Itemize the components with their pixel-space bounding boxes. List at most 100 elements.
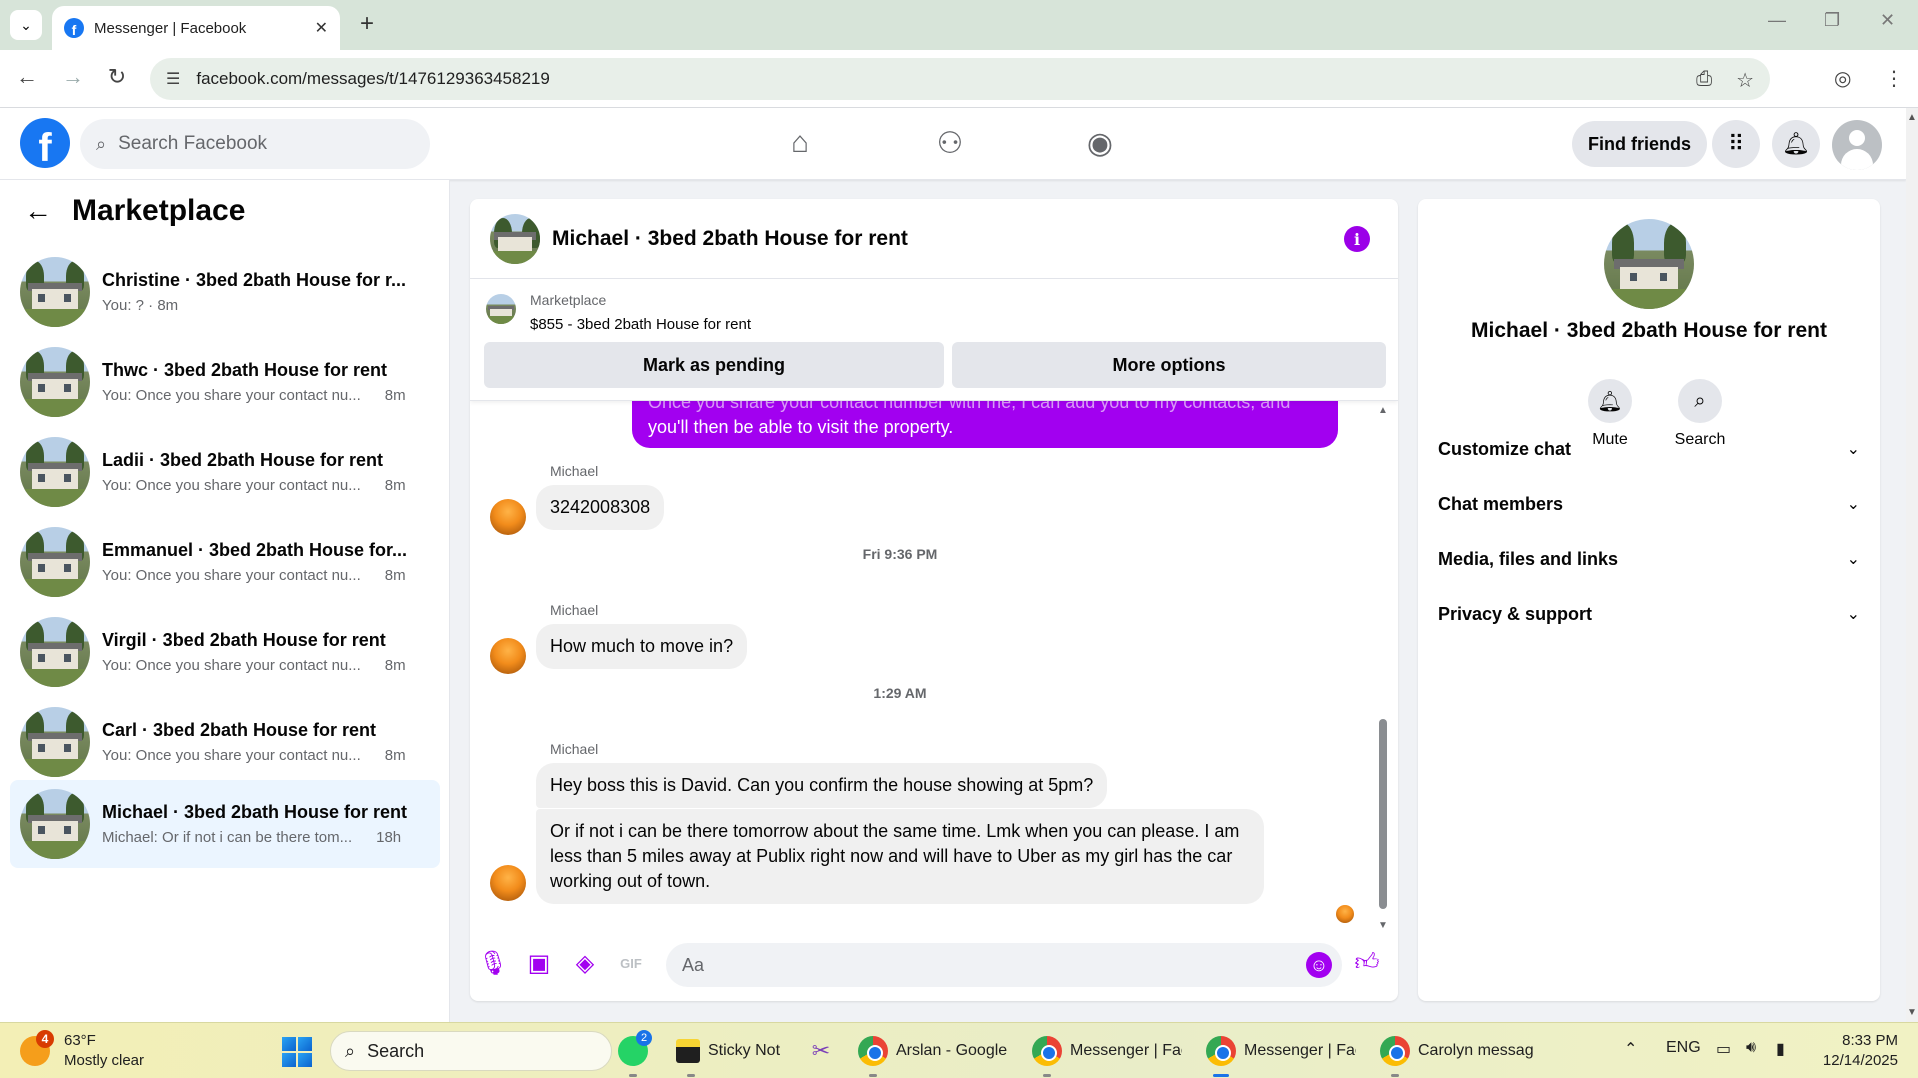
weather-sun-icon: 4 <box>20 1030 54 1066</box>
back-arrow-icon[interactable]: ← <box>24 195 52 227</box>
chrome-window-arslan[interactable]: Arslan - Google <box>858 1033 1016 1077</box>
thumbs-up-icon[interactable]: 👍︎ <box>1352 949 1382 979</box>
tab-close-icon[interactable]: ✕ <box>315 18 328 38</box>
friends-icon[interactable]: ⚇ <box>930 126 970 166</box>
message-input-box[interactable]: ☺ <box>666 943 1342 987</box>
tab-search-button[interactable]: ⌄ <box>10 10 42 40</box>
sender-avatar[interactable] <box>490 638 526 674</box>
whatsapp-app[interactable]: 2 <box>618 1030 652 1077</box>
browser-tab[interactable]: f Messenger | Facebook ✕ <box>52 6 340 50</box>
message-scrollbar[interactable]: ▲ ▼ <box>1378 405 1388 931</box>
listing-thumbnail <box>20 707 90 777</box>
taskbar-search[interactable]: ⌕ Search <box>330 1031 612 1071</box>
profile-icon[interactable]: ◎ <box>1834 66 1851 91</box>
conversation-item-active[interactable]: Michael · 3bed 2bath House for rent Mich… <box>10 780 440 868</box>
emoji-icon[interactable]: ☺ <box>1306 952 1332 978</box>
sender-avatar[interactable] <box>490 499 526 535</box>
chevron-down-icon: ⌄ <box>1846 606 1860 623</box>
section-customize-chat[interactable]: Customize chat ⌄ <box>1434 425 1864 473</box>
home-icon[interactable]: ⌂ <box>780 126 820 166</box>
conversation-item[interactable]: Virgil · 3bed 2bath House for rent You: … <box>10 608 440 696</box>
bookmark-star-icon[interactable]: ☆ <box>1736 68 1754 93</box>
listing-thumbnail[interactable] <box>486 294 516 324</box>
bell-icon[interactable]: 🔔︎ <box>1588 379 1632 423</box>
conversation-name: Ladii · 3bed 2bath House for rent <box>102 450 384 470</box>
sender-avatar[interactable] <box>490 865 526 901</box>
conversation-name: Christine · 3bed 2bath House for r... <box>102 270 407 290</box>
facebook-search-input[interactable] <box>118 133 379 155</box>
conversation-time: 18h <box>376 829 402 846</box>
conversation-item[interactable]: Ladii · 3bed 2bath House for rent You: O… <box>10 428 440 516</box>
battery-icon[interactable]: ▮ <box>1776 1039 1785 1059</box>
running-indicator <box>1391 1074 1399 1077</box>
running-indicator <box>629 1074 637 1077</box>
conversation-preview: Michael: Or if not i can be there tom... <box>102 829 353 846</box>
scroll-up-icon[interactable]: ▲ <box>1378 405 1388 416</box>
snipping-tool-app[interactable]: ✂ <box>806 1033 836 1069</box>
chrome-menu-icon[interactable]: ⋮ <box>1884 66 1904 91</box>
notifications-bell-icon[interactable]: 🔔︎ <box>1772 120 1820 168</box>
info-icon[interactable]: i <box>1344 226 1370 252</box>
system-clock[interactable]: 8:33 PM 12/14/2025 <box>1812 1031 1898 1071</box>
taskbar-search-label: Search <box>367 1040 425 1061</box>
reload-button[interactable]: ↻ <box>102 64 132 90</box>
section-chat-members[interactable]: Chat members ⌄ <box>1434 480 1864 528</box>
chrome-window-messenger-1[interactable]: Messenger | Fac <box>1032 1033 1182 1077</box>
more-options-button[interactable]: More options <box>952 342 1386 388</box>
weather-widget[interactable]: 4 63°F Mostly clear <box>20 1030 144 1071</box>
restore-button[interactable]: ❐ <box>1824 10 1840 31</box>
scroll-up-icon[interactable]: ▲ <box>1907 112 1917 123</box>
chrome-window-messenger-2[interactable]: Messenger | Fac <box>1206 1033 1356 1077</box>
incoming-message: 3242008308 <box>536 485 665 530</box>
message-input[interactable] <box>682 954 1242 976</box>
conversation-item[interactable]: Christine · 3bed 2bath House for r... Yo… <box>10 248 440 336</box>
install-app-icon[interactable]: ⎙ <box>1696 68 1712 93</box>
sender-name: Michael <box>550 463 599 479</box>
mark-as-pending-button[interactable]: Mark as pending <box>484 342 944 388</box>
site-info-icon[interactable]: ☰ <box>166 69 180 89</box>
conversation-name: Carl · 3bed 2bath House for rent <box>102 720 377 740</box>
network-icon[interactable]: ▭ <box>1716 1039 1731 1059</box>
account-avatar[interactable] <box>1832 120 1882 170</box>
gif-icon[interactable]: GIF <box>616 949 646 979</box>
chat-listing-avatar[interactable] <box>490 213 540 264</box>
omnibox[interactable]: ☰ facebook.com/messages/t/14761293634582… <box>150 58 1770 100</box>
marketplace-label: Marketplace <box>530 292 607 308</box>
menu-grid-icon[interactable]: ⠿ <box>1712 120 1760 168</box>
section-media-files-links[interactable]: Media, files and links ⌄ <box>1434 535 1864 583</box>
sticker-icon[interactable]: ◈ <box>570 949 600 979</box>
conversation-item[interactable]: Carl · 3bed 2bath House for rent You: On… <box>10 698 440 786</box>
facebook-logo[interactable]: f <box>20 118 70 168</box>
sticky-notes-app[interactable]: Sticky Not <box>676 1033 788 1077</box>
chrome-window-carolyn[interactable]: Carolyn messag <box>1380 1033 1536 1077</box>
microphone-icon[interactable]: 🎙︎ <box>478 949 508 979</box>
section-privacy-support[interactable]: Privacy & support ⌄ <box>1434 590 1864 638</box>
page-scrollbar[interactable]: ▲ ▼ <box>1906 108 1918 1022</box>
scroll-down-icon[interactable]: ▼ <box>1907 1007 1917 1018</box>
new-tab-button[interactable]: + <box>352 10 382 38</box>
conversation-item[interactable]: Emmanuel · 3bed 2bath House for... You: … <box>10 518 440 606</box>
listing-price-title[interactable]: $855 - 3bed 2bath House for rent <box>530 316 751 333</box>
photo-gallery-icon[interactable]: ▣ <box>524 949 554 979</box>
conversation-name: Michael · 3bed 2bath House for rent <box>102 802 408 822</box>
language-indicator[interactable]: ENG <box>1666 1039 1701 1057</box>
show-hidden-icons-chevron-icon[interactable]: ⌃ <box>1624 1039 1637 1059</box>
back-button[interactable]: ← <box>12 64 42 90</box>
chat-title[interactable]: Michael · 3bed 2bath House for rent <box>552 227 908 251</box>
chrome-icon <box>1032 1036 1062 1066</box>
facebook-search[interactable]: ⌕ <box>80 119 430 169</box>
forward-button[interactable]: → <box>58 64 88 90</box>
conversation-item[interactable]: Thwc · 3bed 2bath House for rent You: On… <box>10 338 440 426</box>
browser-tab-bar: ⌄ f Messenger | Facebook ✕ + — ❐ ✕ <box>0 0 1918 50</box>
search-icon: ⌕ <box>345 1040 356 1061</box>
conversation-avatar[interactable] <box>1604 219 1694 309</box>
find-friends-button[interactable]: Find friends <box>1572 121 1707 167</box>
url-text[interactable]: facebook.com/messages/t/1476129363458219 <box>196 69 549 89</box>
windows-start-button[interactable] <box>282 1037 312 1067</box>
close-window-button[interactable]: ✕ <box>1880 10 1895 31</box>
groups-icon[interactable]: ◉ <box>1080 126 1120 166</box>
minimize-button[interactable]: — <box>1768 10 1786 31</box>
scroll-thumb[interactable] <box>1379 719 1387 909</box>
volume-icon[interactable]: 🔊︎ <box>1746 1039 1756 1057</box>
search-icon[interactable]: ⌕ <box>1678 379 1722 423</box>
